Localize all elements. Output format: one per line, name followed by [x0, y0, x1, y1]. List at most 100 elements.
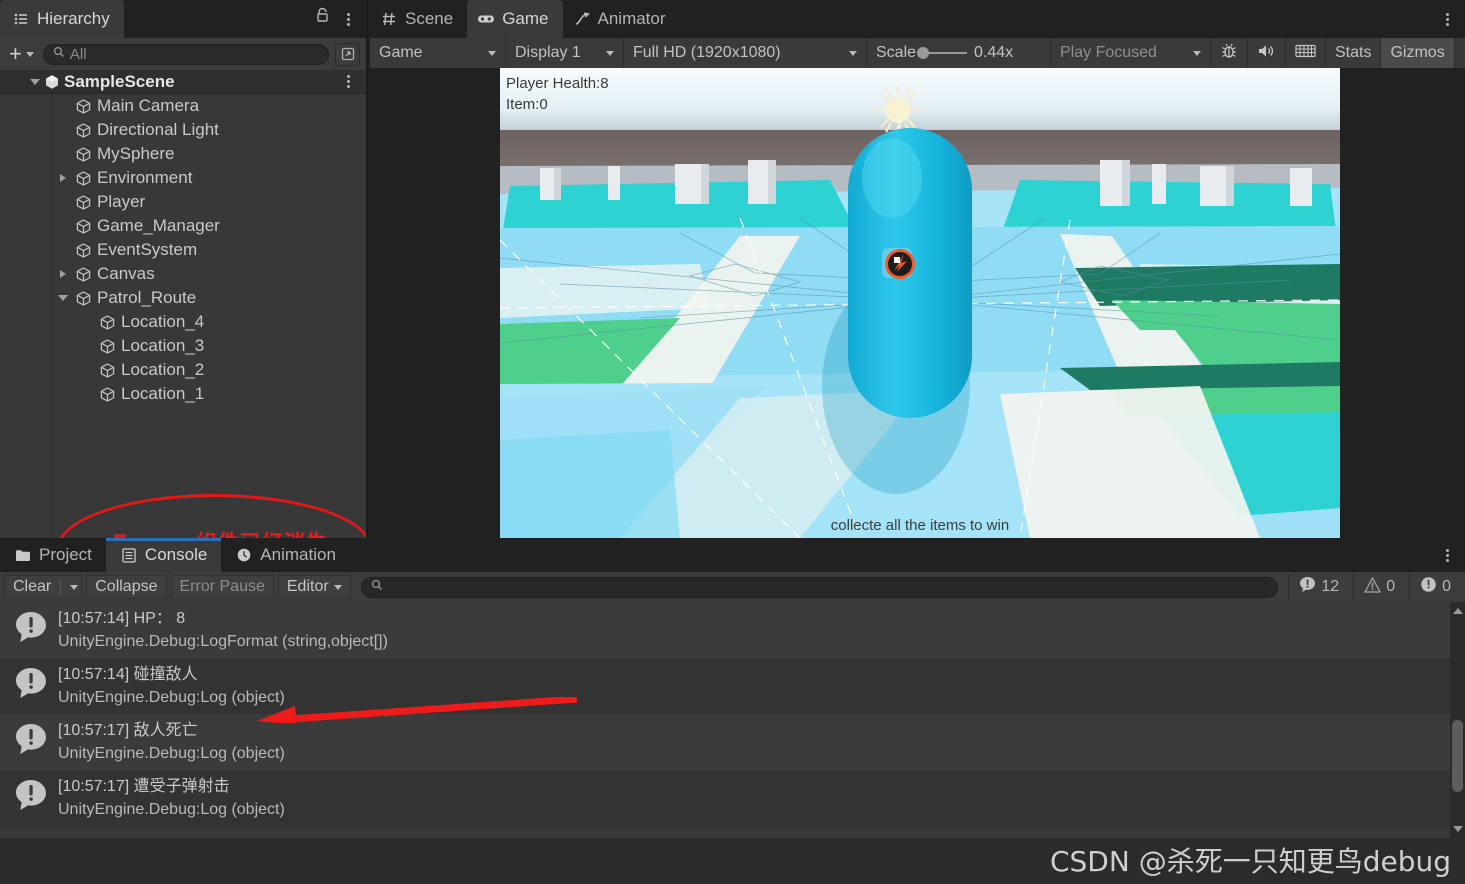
hierarchy-item-directional-light[interactable]: Directional Light — [0, 118, 366, 142]
hierarchy-item-location-1[interactable]: Location_1 — [0, 382, 366, 406]
console-search-input[interactable] — [360, 576, 1279, 598]
hierarchy-item-environment[interactable]: Environment — [0, 166, 366, 190]
mute-audio-icon — [1257, 43, 1276, 64]
console-scrollbar[interactable] — [1450, 602, 1465, 838]
tab-game[interactable]: Game — [467, 0, 563, 38]
error-pause-button[interactable]: Error Pause — [170, 575, 274, 599]
console-log-text: [10:57:17] 敌人死亡 UnityEngine.Debug:Log (ob… — [58, 720, 285, 765]
scene-picker-icon[interactable] — [335, 42, 360, 66]
tab-animator-label: Animator — [597, 9, 666, 28]
hierarchy-toolbar: + All — [0, 38, 366, 70]
mute-audio-button[interactable] — [1248, 38, 1286, 68]
chevron-right-icon[interactable] — [56, 270, 70, 278]
display-dropdown[interactable]: Display 1 — [506, 38, 624, 68]
console-scroll-thumb[interactable] — [1452, 720, 1463, 792]
collapse-button[interactable]: Collapse — [86, 575, 167, 599]
frame-debug-icon — [1220, 42, 1238, 65]
hierarchy-item-label: Environment — [97, 168, 193, 187]
console-log-entry[interactable]: [10:57:17] 遭受子弹射击 UnityEngine.Debug:Log (… — [0, 770, 1465, 826]
kebab-menu-icon[interactable] — [1439, 549, 1455, 562]
hierarchy-item-label: EventSystem — [97, 240, 198, 259]
console-log-stacktrace: UnityEngine.Debug:LogFormat (string,obje… — [58, 632, 388, 650]
log-icon — [14, 778, 48, 812]
hierarchy-item-location-2[interactable]: Location_2 — [0, 358, 366, 382]
hierarchy-item-player[interactable]: Player — [0, 190, 366, 214]
kebab-menu-icon[interactable] — [340, 75, 356, 88]
scale-slider[interactable]: Scale 0.44x — [867, 38, 1051, 68]
console-log-stacktrace: UnityEngine.Debug:Log (object) — [58, 744, 285, 762]
tab-hierarchy[interactable]: Hierarchy — [0, 0, 124, 38]
scene-grid-icon — [380, 10, 398, 28]
console-log-entry[interactable]: [10:57:14] HP： 8 UnityEngine.Debug:LogFor… — [0, 602, 1465, 658]
unity-editor-window: Hierarchy + All SampleScene Main Camera … — [0, 0, 1465, 884]
chevron-down-icon[interactable] — [56, 295, 70, 301]
stats-button[interactable]: Stats — [1326, 38, 1382, 68]
tab-project[interactable]: Project — [0, 538, 106, 572]
chevron-down-icon[interactable] — [70, 584, 79, 590]
warning-counter[interactable]: 0 — [1353, 574, 1406, 600]
tab-hierarchy-label: Hierarchy — [37, 9, 110, 28]
unity-scene-icon — [44, 74, 60, 90]
scale-slider-track[interactable] — [917, 47, 968, 59]
resolution-label: Full HD (1920x1080) — [633, 44, 781, 61]
console-log-message: [10:57:17] 遭受子弹射击 — [58, 778, 230, 795]
game-hud: Player Health:8 Item:0 — [506, 74, 609, 115]
resolution-dropdown[interactable]: Full HD (1920x1080) — [624, 38, 867, 68]
log-icon — [14, 722, 48, 756]
tab-animator[interactable]: Animator — [563, 0, 680, 38]
hierarchy-item-eventsystem[interactable]: EventSystem — [0, 238, 366, 262]
hierarchy-item-main-camera[interactable]: Main Camera — [0, 94, 366, 118]
search-input[interactable]: All — [42, 43, 329, 65]
chevron-right-icon[interactable] — [56, 174, 70, 182]
hierarchy-item-location-3[interactable]: Location_3 — [0, 334, 366, 358]
scale-value: 0.44x — [974, 44, 1014, 61]
stats-label: Stats — [1335, 44, 1372, 61]
scroll-up-icon[interactable] — [1453, 608, 1463, 614]
tab-project-label: Project — [39, 545, 92, 564]
create-gameobject-button[interactable]: + — [6, 43, 37, 65]
scroll-down-icon[interactable] — [1453, 826, 1463, 832]
view-mode-dropdown[interactable]: Game — [370, 38, 506, 68]
game-view-panel: Scene Game Animator Game Display 1 Full … — [370, 0, 1465, 538]
tab-animation[interactable]: Animation — [221, 538, 350, 572]
hierarchy-item-canvas[interactable]: Canvas — [0, 262, 366, 286]
console-panel: Project Console Animation Clear Collapse… — [0, 538, 1465, 838]
log-counter[interactable]: 12 — [1288, 574, 1350, 600]
error-pause-label: Error Pause — [179, 578, 265, 595]
gameobject-icon — [99, 386, 116, 403]
hierarchy-item-mysphere[interactable]: MySphere — [0, 142, 366, 166]
frame-debugger-button[interactable] — [1211, 38, 1248, 68]
lock-icon[interactable] — [315, 7, 330, 28]
play-mode-dropdown[interactable]: Play Focused — [1051, 38, 1211, 68]
watermark-text: CSDN @杀死一只知更鸟debug — [1049, 845, 1451, 878]
console-log-entry[interactable]: [10:57:17] 敌人死亡 UnityEngine.Debug:Log (ob… — [0, 714, 1465, 770]
folder-icon — [14, 546, 32, 564]
play-mode-label: Play Focused — [1060, 44, 1157, 61]
hierarchy-item-label: Game_Manager — [97, 216, 220, 235]
hierarchy-scene-row[interactable]: SampleScene — [0, 70, 366, 94]
error-counter[interactable]: 0 — [1409, 574, 1461, 600]
kebab-menu-icon[interactable] — [340, 13, 356, 26]
tree-guide-line — [52, 94, 53, 544]
scale-label: Scale — [876, 44, 917, 61]
log-icon — [1299, 576, 1316, 598]
render-stats-button[interactable] — [1286, 38, 1326, 68]
clear-button[interactable]: Clear — [4, 575, 83, 599]
scale-slider-knob[interactable] — [917, 47, 930, 59]
hierarchy-item-patrol-route[interactable]: Patrol_Route — [0, 286, 366, 310]
kebab-menu-icon[interactable] — [1439, 13, 1455, 26]
console-log-entry[interactable]: [10:57:14] 碰撞敌人 UnityEngine.Debug:Log (ob… — [0, 658, 1465, 714]
gameobject-icon — [75, 122, 92, 139]
hierarchy-item-label: Main Camera — [97, 96, 200, 115]
hierarchy-item-location-4[interactable]: Location_4 — [0, 310, 366, 334]
gizmos-button[interactable]: Gizmos — [1381, 38, 1455, 68]
game-render-surface[interactable]: Player Health:8 Item:0 collecte all the … — [500, 68, 1340, 538]
editor-dropdown[interactable]: Editor — [277, 575, 351, 599]
hierarchy-tree[interactable]: SampleScene Main Camera Directional Light… — [0, 70, 366, 544]
console-log-list[interactable]: [10:57:14] HP： 8 UnityEngine.Debug:LogFor… — [0, 602, 1465, 838]
tab-scene[interactable]: Scene — [370, 0, 467, 38]
chevron-down-icon[interactable] — [30, 78, 40, 85]
hierarchy-item-game-manager[interactable]: Game_Manager — [0, 214, 366, 238]
hud-item: Item:0 — [506, 95, 548, 113]
tab-console[interactable]: Console — [105, 538, 222, 572]
